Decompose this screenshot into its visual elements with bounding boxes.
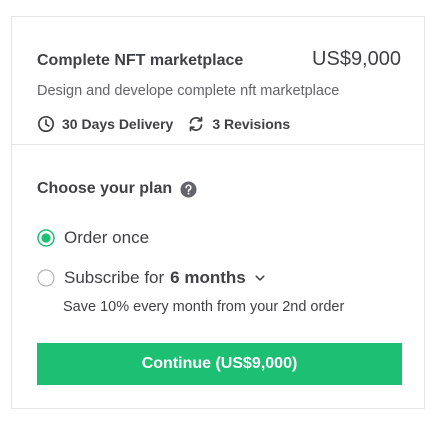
plan-option-order-once[interactable]: Order once bbox=[37, 228, 149, 248]
package-description: Design and develope complete nft marketp… bbox=[37, 83, 340, 99]
package-title: Complete NFT marketplace bbox=[37, 52, 244, 69]
radio-selected-icon[interactable] bbox=[37, 229, 55, 247]
plan-heading: Choose your plan bbox=[37, 180, 197, 198]
refresh-icon bbox=[187, 115, 205, 133]
plan-title: Choose your plan bbox=[37, 180, 173, 197]
question-circle-icon[interactable] bbox=[180, 181, 197, 198]
chevron-down-icon[interactable] bbox=[254, 272, 266, 284]
package-meta: 30 Days Delivery 3 Revisions bbox=[37, 115, 290, 133]
package-price: US$9,000 bbox=[312, 48, 401, 70]
continue-button[interactable]: Continue (US$9,000) bbox=[37, 343, 402, 385]
revisions-count: 3 Revisions bbox=[212, 116, 291, 132]
order-card: Complete NFT marketplace US$9,000 Design… bbox=[11, 16, 425, 409]
clock-icon bbox=[37, 115, 55, 133]
subscription-duration-select[interactable]: 6 months bbox=[170, 268, 246, 288]
plan-option-label: Order once bbox=[64, 228, 150, 247]
package-summary: Complete NFT marketplace US$9,000 Design… bbox=[12, 17, 424, 145]
plan-option-subscribe[interactable]: Subscribe for 6 months bbox=[37, 268, 266, 288]
delivery-time: 30 Days Delivery bbox=[62, 116, 174, 132]
subscription-savings-note: Save 10% every month from your 2nd order bbox=[63, 299, 345, 315]
radio-unselected-icon[interactable] bbox=[37, 269, 55, 287]
plan-option-label: Subscribe for bbox=[64, 268, 165, 287]
